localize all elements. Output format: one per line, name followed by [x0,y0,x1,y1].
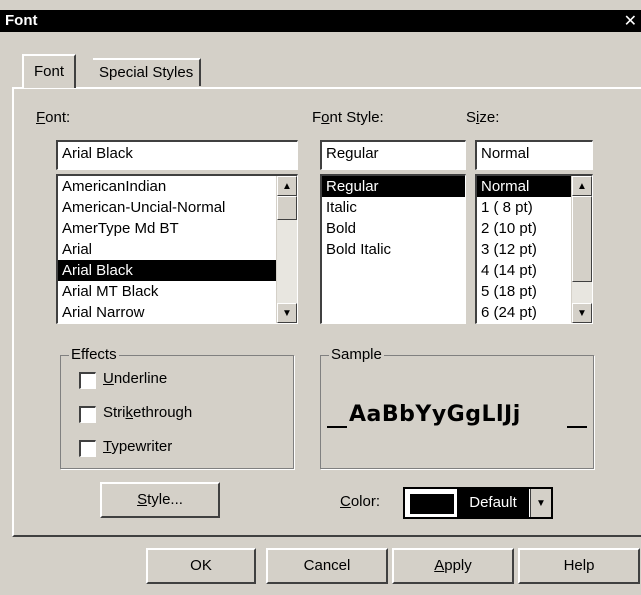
font-style-list-item[interactable]: Bold Italic [322,239,465,260]
apply-button[interactable]: Apply [392,548,514,584]
font-list-item[interactable]: American-Uncial-Normal [58,197,297,218]
style-button[interactable]: Style... [100,482,220,518]
color-label: Color: [340,493,381,510]
font-list-item[interactable]: AmerType Md BT [58,218,297,239]
font-list-item[interactable]: Arial [58,239,297,260]
font-listbox[interactable]: AmericanIndian American-Uncial-Normal Amer… [56,174,298,324]
sample-group: Sample AaBbYyGgLlJj [320,346,594,469]
scroll-thumb[interactable] [572,196,592,282]
underline-label[interactable]: Underline [103,370,167,387]
font-name-input[interactable]: Arial Black [56,140,298,170]
cancel-button[interactable]: Cancel [266,548,388,584]
font-list-item[interactable]: Arial Black [58,260,297,281]
size-listbox[interactable]: Normal 1 ( 8 pt) 2 (10 pt) 3 (12 pt) 4 (14 p… [475,174,593,324]
font-dialog: Font ✕ Font Special Styles Font: Arial B… [0,0,641,595]
scroll-up-arrow-icon[interactable]: ▲ [572,176,592,196]
font-list-item[interactable]: Arial MT Black [58,281,297,302]
font-list-item[interactable]: Arial Narrow [58,302,297,323]
font-style-list-item[interactable]: Italic [322,197,465,218]
font-style-list-item[interactable]: Bold [322,218,465,239]
ok-button[interactable]: OK [146,548,256,584]
typewriter-checkbox[interactable] [79,440,96,457]
sample-text: AaBbYyGgLlJj [349,402,521,427]
help-button[interactable]: Help [518,548,640,584]
sample-title: Sample [329,346,384,363]
window-title: Font [5,12,38,29]
scroll-up-arrow-icon[interactable]: ▲ [277,176,297,196]
typewriter-label[interactable]: Typewriter [103,438,172,455]
effects-title: Effects [69,346,119,363]
chevron-down-icon[interactable]: ▼ [530,489,551,517]
font-scrollbar[interactable]: ▲ ▼ [276,176,297,323]
font-style-input[interactable]: Regular [320,140,466,170]
color-swatch [409,493,455,515]
font-label: Font: [36,109,71,126]
size-scrollbar[interactable]: ▲ ▼ [571,176,592,323]
close-icon[interactable]: ✕ [624,11,637,30]
scroll-down-arrow-icon[interactable]: ▼ [572,303,592,323]
effects-group: Effects Underline Strikethrough Typewrit… [60,346,294,469]
scroll-down-arrow-icon[interactable]: ▼ [277,303,297,323]
tab-special-styles[interactable]: Special Styles [93,58,202,86]
sample-baseline-right [567,426,587,428]
title-bar: Font ✕ [0,10,641,32]
color-dropdown[interactable]: Default ▼ [403,487,553,519]
underline-checkbox[interactable] [79,372,96,389]
size-label: Size: [466,109,500,126]
strikethrough-checkbox[interactable] [79,406,96,423]
color-value: Default [457,489,529,517]
font-style-label: Font Style: [312,109,384,126]
tab-font[interactable]: Font [22,54,77,88]
font-style-list-item[interactable]: Regular [322,176,465,197]
font-list-item[interactable]: AmericanIndian [58,176,297,197]
font-style-listbox[interactable]: Regular Italic Bold Bold Italic [320,174,466,324]
sample-baseline-left [327,426,347,428]
strikethrough-label[interactable]: Strikethrough [103,404,192,421]
size-input[interactable]: Normal [475,140,593,170]
scroll-thumb[interactable] [277,196,297,220]
